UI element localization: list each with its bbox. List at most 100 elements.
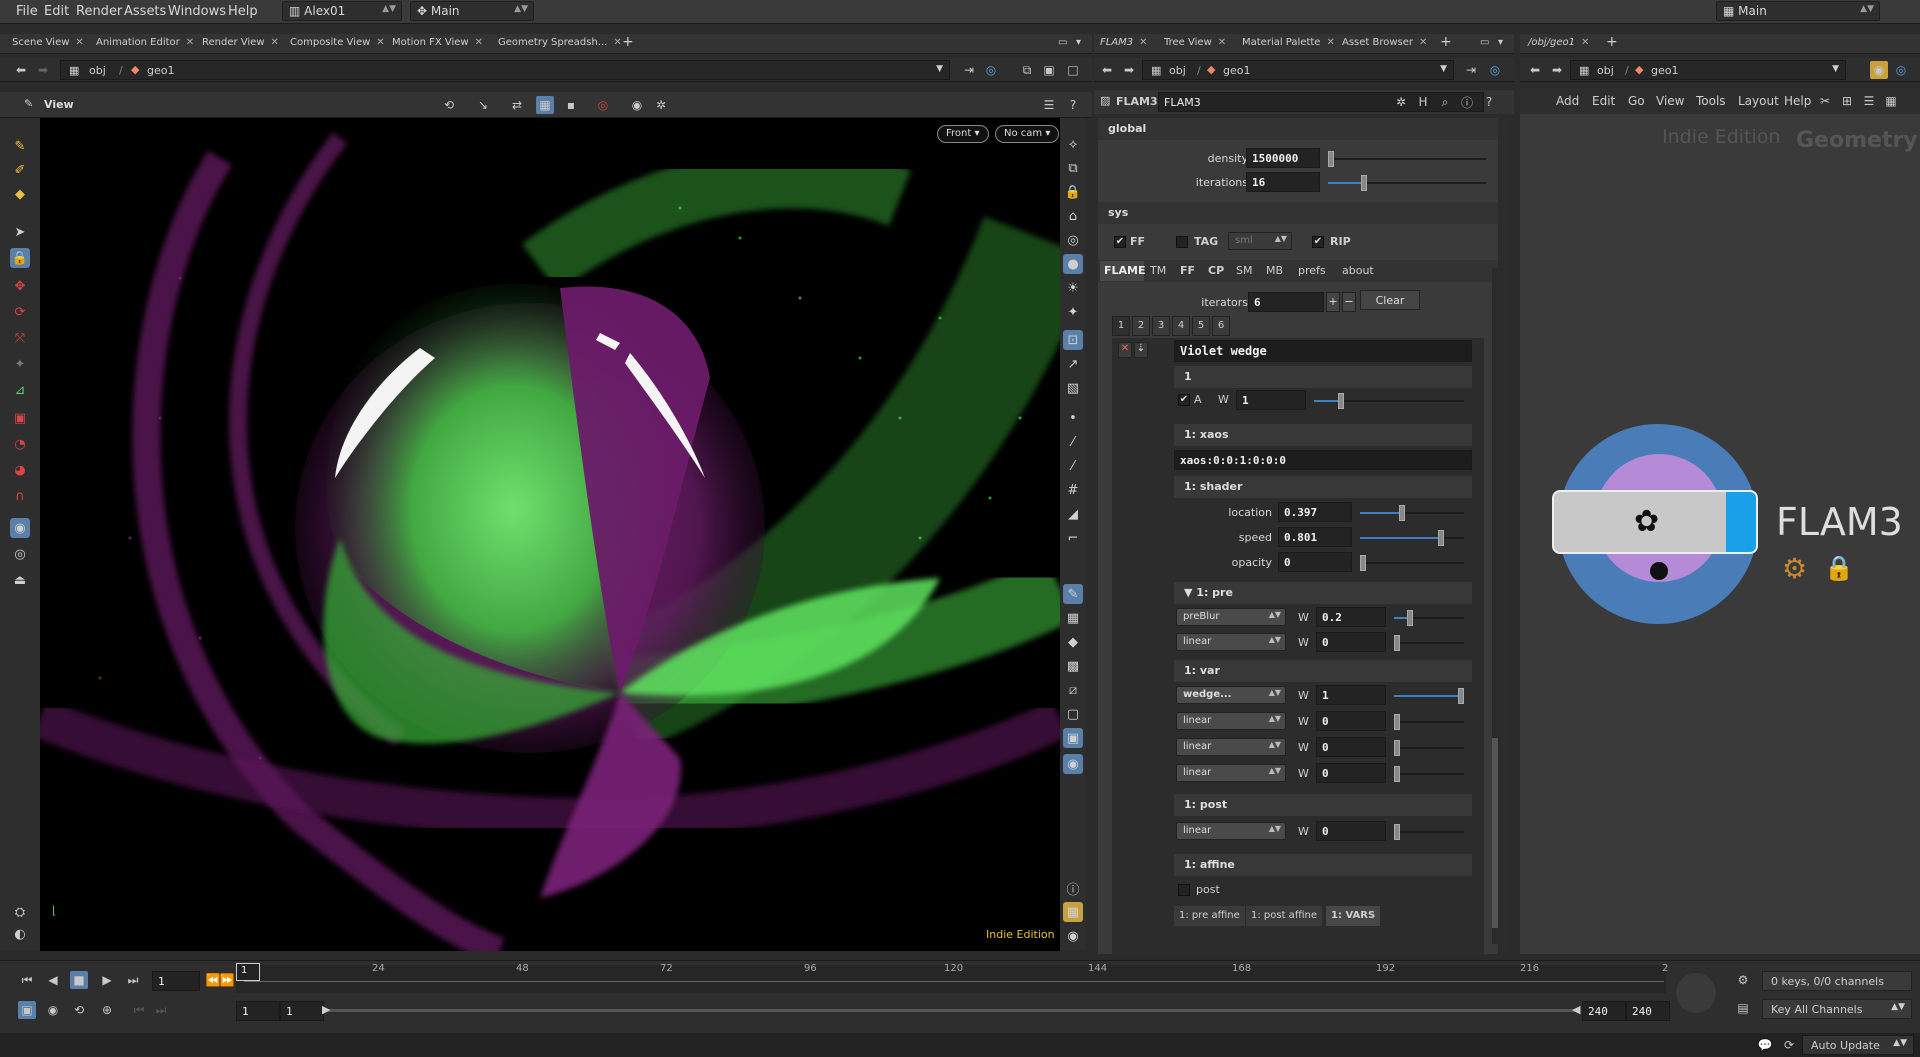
swap-icon[interactable]: ⇄ bbox=[508, 96, 526, 114]
param-scrollbar[interactable] bbox=[1492, 268, 1498, 944]
play-icon[interactable]: ▶ bbox=[98, 971, 116, 989]
post-weight-field[interactable]: 0 bbox=[1316, 821, 1386, 841]
headlight-icon[interactable]: ✦ bbox=[1063, 302, 1083, 322]
sys-section[interactable]: sys bbox=[1098, 202, 1498, 224]
select-mode-icon[interactable]: ⟲ bbox=[440, 96, 458, 114]
node-output-connector[interactable] bbox=[1650, 562, 1668, 580]
help-icon[interactable]: ? bbox=[1064, 96, 1082, 114]
net-menu-help[interactable]: Help bbox=[1784, 94, 1811, 108]
pre-var-menu-1[interactable]: preBlur ▲▼ bbox=[1176, 608, 1286, 626]
range-start2-field[interactable]: 1 bbox=[280, 1001, 324, 1021]
rotate-icon[interactable]: ⟳ bbox=[10, 302, 30, 322]
var-weight-slider-4[interactable] bbox=[1394, 766, 1464, 782]
grid-icon[interactable]: ▦ bbox=[1882, 92, 1900, 110]
tab-animation-editor[interactable]: Animation Editor ✕ bbox=[96, 37, 194, 48]
gear-icon[interactable]: ✲ bbox=[1392, 93, 1410, 111]
guide-icon[interactable]: ⧄ bbox=[1063, 680, 1083, 700]
forward-icon[interactable]: ➡ bbox=[1120, 61, 1138, 79]
snap-icon[interactable]: ⟡ bbox=[1063, 134, 1083, 154]
rip-checkbox[interactable]: ✔ bbox=[1312, 236, 1324, 248]
var-weight-field-4[interactable]: 0 bbox=[1316, 763, 1386, 783]
path-field[interactable]: ▦ obj / ◆ geo1 ▼ bbox=[60, 60, 950, 80]
xaos-field[interactable]: xaos:0:0:1:0:0:0 bbox=[1174, 450, 1472, 470]
xaos-section[interactable]: 1: xaos bbox=[1174, 424, 1472, 446]
lock-select-icon[interactable]: 🔒 bbox=[10, 248, 30, 268]
tab-scene-view[interactable]: Scene View ✕ bbox=[12, 37, 84, 48]
iterator-tab-5[interactable]: 5 bbox=[1192, 316, 1210, 336]
pre-weight-field-2[interactable]: 0 bbox=[1316, 632, 1386, 652]
tab-about[interactable]: about bbox=[1342, 264, 1374, 277]
current-frame-field[interactable]: 1 bbox=[152, 971, 200, 991]
chevron-down-icon[interactable]: ▼ bbox=[1440, 64, 1447, 74]
info-pin-icon[interactable]: ◉ bbox=[1063, 754, 1083, 774]
ff-checkbox[interactable]: ✔ bbox=[1114, 236, 1126, 248]
pre-var-menu-2[interactable]: linear ▲▼ bbox=[1176, 633, 1286, 651]
path-obj[interactable]: obj bbox=[1169, 64, 1186, 77]
iterator-tab-4[interactable]: 4 bbox=[1172, 316, 1190, 336]
forward-icon[interactable]: ➡ bbox=[1548, 61, 1566, 79]
pin-icon[interactable]: ◉ bbox=[1870, 61, 1888, 79]
path-geo1[interactable]: geo1 bbox=[147, 64, 174, 77]
clear-button[interactable]: Clear bbox=[1360, 290, 1420, 310]
var-menu-2[interactable]: linear ▲▼ bbox=[1176, 712, 1286, 730]
viewport-layout-icon[interactable]: ▣ bbox=[1063, 728, 1083, 748]
tab-prefs[interactable]: prefs bbox=[1298, 264, 1326, 277]
snapshot-icon[interactable]: ⧉ bbox=[1018, 61, 1036, 79]
light-icon[interactable]: ☀ bbox=[1063, 278, 1083, 298]
vertex-icon[interactable]: ⁄ bbox=[1063, 456, 1083, 476]
menu-render[interactable]: Render bbox=[76, 4, 122, 19]
menu-edit[interactable]: Edit bbox=[44, 4, 69, 19]
add-tab-icon[interactable]: + bbox=[1440, 34, 1452, 50]
range-end2-field[interactable]: 240 bbox=[1626, 1001, 1670, 1021]
tag-checkbox[interactable] bbox=[1176, 236, 1188, 248]
tab-cp[interactable]: CP bbox=[1208, 264, 1224, 277]
key-icon[interactable]: ▤ bbox=[1734, 999, 1752, 1017]
path-geo1[interactable]: geo1 bbox=[1223, 64, 1250, 77]
numbers-icon[interactable]: # bbox=[1063, 480, 1083, 500]
view-tool-icon[interactable]: ◉ bbox=[10, 518, 30, 538]
add-tab-icon[interactable]: + bbox=[1606, 34, 1618, 50]
snap-grid-icon[interactable]: ▣ bbox=[10, 408, 30, 428]
opacity-field[interactable]: 0 bbox=[1278, 552, 1352, 572]
cam-tool-icon[interactable]: ⏏ bbox=[10, 570, 30, 590]
pre-weight-slider-2[interactable] bbox=[1394, 635, 1464, 651]
visibility-icon[interactable]: ⛭ bbox=[10, 902, 30, 922]
pivot-icon[interactable]: ◎ bbox=[10, 544, 30, 564]
net-menu-view[interactable]: View bbox=[1656, 94, 1684, 108]
pane-layout-icon[interactable]: ▭ bbox=[1058, 37, 1067, 48]
global-anim-icon[interactable]: ⊕ bbox=[98, 1001, 116, 1019]
template-icon[interactable]: ◆ bbox=[1063, 632, 1083, 652]
safe-area-icon[interactable]: ▢ bbox=[1063, 704, 1083, 724]
menu-assets[interactable]: Assets bbox=[124, 4, 166, 19]
loop-icon[interactable]: ⟲ bbox=[70, 1001, 88, 1019]
prim-icon[interactable]: ◢ bbox=[1063, 504, 1083, 524]
tab-material-palette[interactable]: Material Palette ✕ bbox=[1242, 37, 1335, 48]
tab-composite-view[interactable]: Composite View ✕ bbox=[290, 37, 385, 48]
post-weight-slider[interactable] bbox=[1394, 824, 1464, 840]
menu-help[interactable]: Help bbox=[228, 4, 258, 19]
location-slider[interactable] bbox=[1360, 505, 1464, 521]
grid-toggle-icon[interactable]: ◐ bbox=[10, 924, 30, 944]
iterator-tab-1[interactable]: 1 bbox=[1112, 316, 1130, 336]
snap-prim-icon[interactable]: ◔ bbox=[10, 434, 30, 454]
tab-post-affine[interactable]: 1: post affine bbox=[1246, 906, 1322, 926]
step-back-icon[interactable]: ◀ bbox=[44, 971, 62, 989]
forward-icon[interactable]: ➡ bbox=[34, 61, 52, 79]
back-icon[interactable]: ⬅ bbox=[1526, 61, 1544, 79]
tab-flame[interactable]: FLAME bbox=[1100, 261, 1146, 281]
pose-icon[interactable]: ✦ bbox=[10, 354, 30, 374]
brush-icon[interactable]: ✐ bbox=[10, 160, 30, 180]
delete-iterator-icon[interactable]: ✕ bbox=[1118, 342, 1132, 358]
pin-icon[interactable]: ⇥ bbox=[1462, 61, 1480, 79]
search-icon[interactable]: ⌕ bbox=[1436, 93, 1454, 111]
transform-mode-icon[interactable]: ↘ bbox=[474, 96, 492, 114]
flam3-node[interactable]: ✿ bbox=[1552, 490, 1758, 554]
key-next-icon[interactable]: ⏭ bbox=[152, 1001, 170, 1019]
right-context-selector[interactable]: ▦ Main ▲▼ bbox=[1716, 1, 1880, 21]
camera-view-menu[interactable]: Front ▾ bbox=[937, 125, 989, 143]
iterations-field[interactable]: 16 bbox=[1246, 172, 1320, 192]
tab-sm[interactable]: SM bbox=[1236, 264, 1252, 277]
go-end-icon[interactable]: ⏭ bbox=[124, 971, 142, 989]
opacity-slider[interactable] bbox=[1360, 555, 1464, 571]
global-section[interactable]: global bbox=[1098, 118, 1498, 140]
